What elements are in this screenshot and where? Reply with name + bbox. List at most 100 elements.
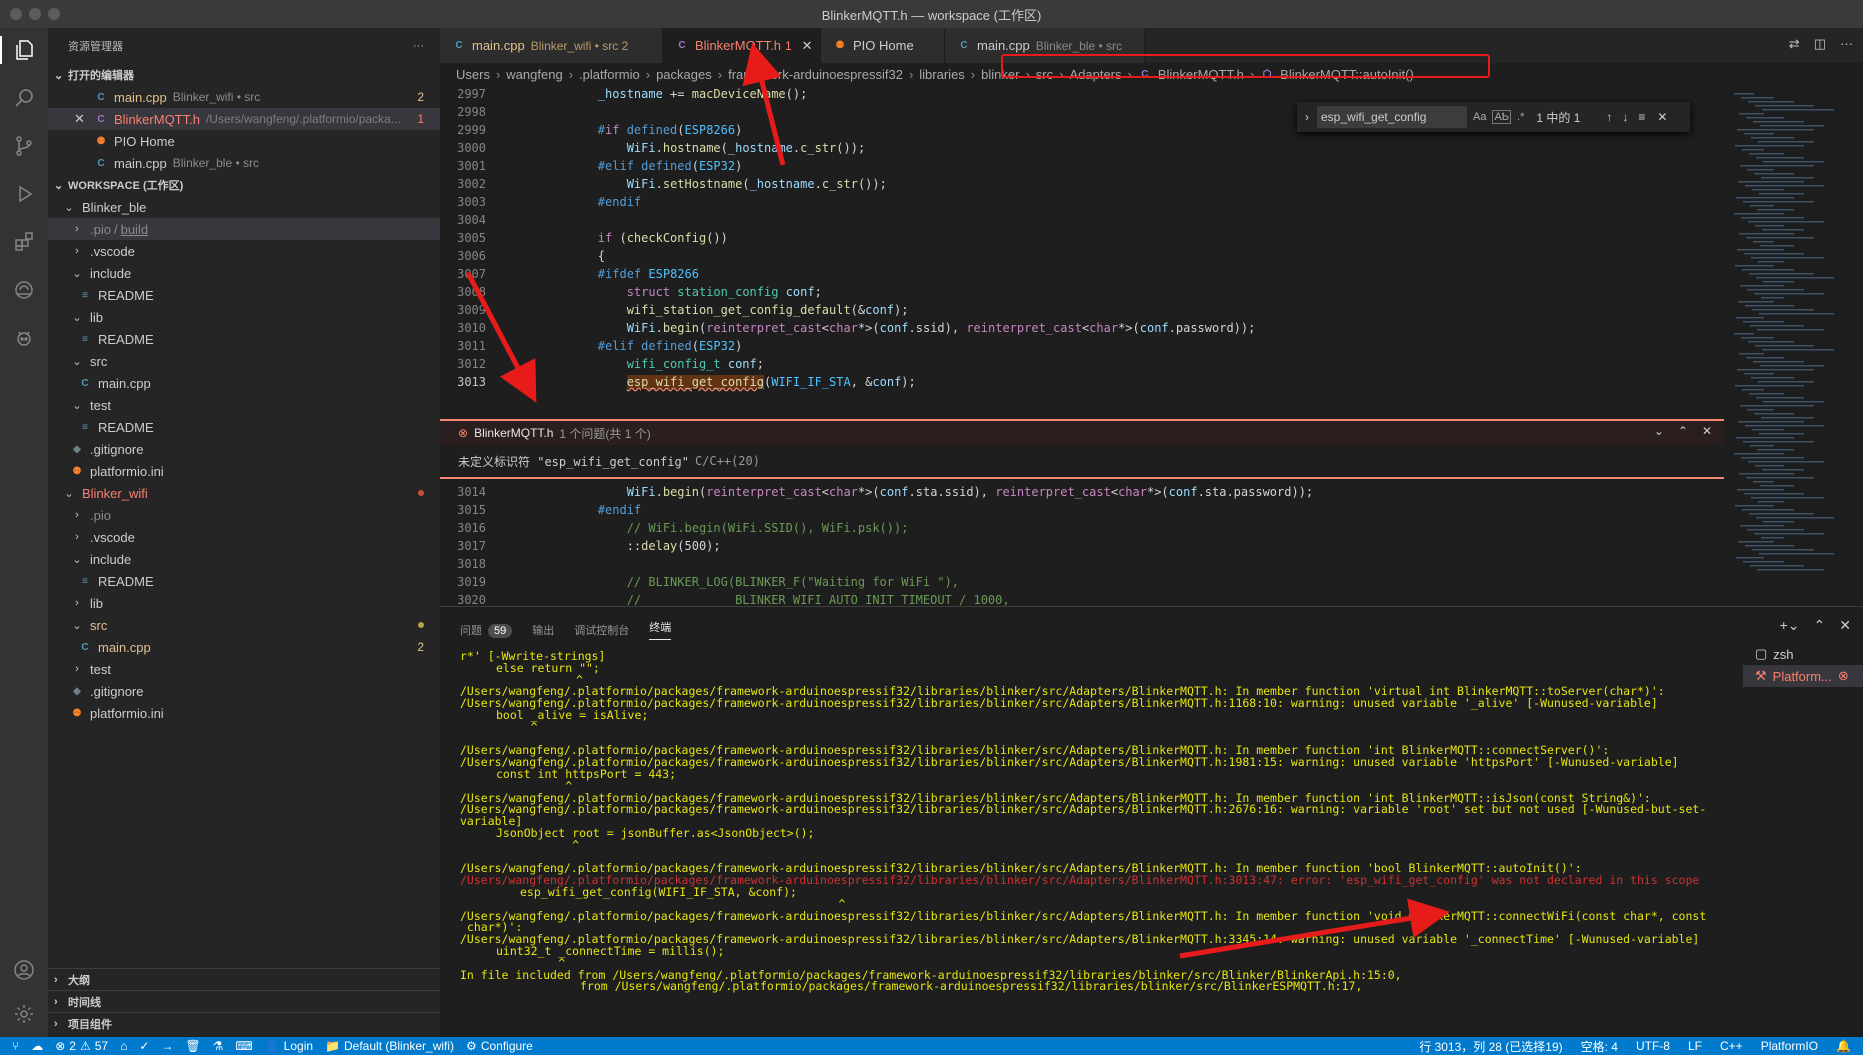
problems-indicator[interactable]: ⊗ 2 ⚠ 57 — [55, 1039, 108, 1053]
encoding[interactable]: UTF-8 — [1636, 1039, 1670, 1053]
tab-main-cpp-wifi[interactable]: C main.cpp Blinker_wifi • src 2 — [440, 28, 663, 63]
file-gitignore[interactable]: ◆ .gitignore — [48, 438, 440, 460]
tab-pio-home[interactable]: ⚉ PIO Home — [821, 28, 945, 63]
folder-lib[interactable]: ⌄ lib — [48, 306, 440, 328]
file-gitignore[interactable]: ◆ .gitignore — [48, 680, 440, 702]
extensions-icon[interactable] — [10, 228, 38, 256]
find-in-selection-icon[interactable]: ≡ — [1638, 110, 1645, 124]
close-panel-icon[interactable]: ✕ — [1839, 617, 1851, 634]
sync-icon[interactable]: ☁ — [31, 1039, 43, 1053]
accounts-icon[interactable] — [10, 956, 38, 984]
login-button[interactable]: 👤 Login — [265, 1039, 313, 1053]
folder-include[interactable]: ⌄ include — [48, 548, 440, 570]
next-match-icon[interactable]: ↓ — [1622, 110, 1628, 124]
breadcrumb-item[interactable]: libraries — [919, 67, 965, 82]
language-mode[interactable]: C++ — [1720, 1039, 1743, 1053]
timeline-section[interactable]: › 时间线 — [48, 990, 440, 1012]
folder-include[interactable]: ⌄ include — [48, 262, 440, 284]
terminal-item-zsh[interactable]: ▢ zsh — [1743, 643, 1863, 665]
close-window-button[interactable] — [10, 8, 22, 20]
compare-icon[interactable]: ⇄ — [1789, 36, 1800, 52]
open-editor-item[interactable]: C main.cpp Blinker_wifi • src 2 — [48, 86, 440, 108]
breadcrumb-item[interactable]: wangfeng — [506, 67, 562, 82]
remote-explorer-icon[interactable] — [10, 276, 38, 304]
close-peek-icon[interactable]: ✕ — [1702, 424, 1712, 438]
file-platformio-ini[interactable]: ⚉ platformio.ini — [48, 702, 440, 724]
breadcrumb-item[interactable]: .platformio — [579, 67, 640, 82]
maximize-window-button[interactable] — [48, 8, 60, 20]
folder-blinker-wifi[interactable]: ⌄ Blinker_wifi — [48, 482, 440, 504]
breadcrumb-item[interactable]: framework-arduinoespressif32 — [728, 67, 903, 82]
terminal-icon[interactable]: ⌨ — [235, 1039, 252, 1053]
folder-pio[interactable]: › .pio / build — [48, 218, 440, 240]
tab-terminal[interactable]: 终端 — [649, 619, 672, 640]
cursor-position[interactable]: 行 3013，列 28 (已选择19) — [1419, 1038, 1562, 1055]
outline-section[interactable]: › 大纲 — [48, 968, 440, 990]
workspace-section[interactable]: ⌄ WORKSPACE (工作区) — [48, 174, 440, 196]
file-main-cpp[interactable]: Cmain.cpp 2 — [48, 636, 440, 658]
next-problem-icon[interactable]: ⌄ — [1654, 424, 1664, 438]
tab-output[interactable]: 输出 — [532, 622, 554, 638]
search-icon[interactable] — [10, 84, 38, 112]
explorer-icon[interactable] — [0, 36, 48, 64]
breadcrumb-item[interactable]: packages — [656, 67, 712, 82]
find-input[interactable]: esp_wifi_get_config — [1317, 106, 1467, 128]
platformio-icon[interactable] — [10, 324, 38, 352]
file-main-cpp[interactable]: Cmain.cpp — [48, 372, 440, 394]
folder-test[interactable]: ⌄ test — [48, 394, 440, 416]
file-readme[interactable]: ≡ README — [48, 284, 440, 306]
remote-icon[interactable]: ⑂ — [12, 1039, 19, 1053]
terminal-output[interactable]: r*' [-Wwrite-strings] else return ""; ^ /Us… — [460, 650, 1720, 993]
open-editors-section[interactable]: ⌄ 打开的编辑器 — [48, 64, 440, 86]
folder-vscode[interactable]: › .vscode — [48, 240, 440, 262]
indentation[interactable]: 空格: 4 — [1581, 1038, 1618, 1055]
folder-blinker-ble[interactable]: ⌄ Blinker_ble — [48, 196, 440, 218]
minimap[interactable] — [1724, 85, 1863, 606]
file-platformio-ini[interactable]: ⚉ platformio.ini — [48, 460, 440, 482]
new-terminal-icon[interactable]: +⌄ — [1780, 617, 1800, 634]
close-find-icon[interactable]: ✕ — [1657, 110, 1667, 124]
terminal-item-platformio[interactable]: ⚒ Platform... ⊗ — [1743, 665, 1863, 687]
platformio-status[interactable]: PlatformIO — [1761, 1039, 1818, 1053]
end-of-line[interactable]: LF — [1688, 1039, 1702, 1053]
tab-debug-console[interactable]: 调试控制台 — [574, 622, 629, 638]
code-editor-top[interactable]: 2997 _hostname += macDeviceName(); 2998 29… — [440, 85, 1724, 419]
env-switcher[interactable]: 📁 Default (Blinker_wifi) — [325, 1039, 454, 1053]
upload-icon[interactable]: → — [161, 1039, 173, 1053]
chevron-right-icon[interactable]: › — [1297, 110, 1317, 124]
more-actions-button[interactable]: ··· — [413, 40, 424, 52]
code-editor-bottom[interactable]: 3014 WiFi.begin(reinterpret_cast<char*>(… — [440, 483, 1724, 606]
breadcrumb-item[interactable]: Users — [456, 67, 490, 82]
close-tab-icon[interactable]: ✕ — [802, 38, 813, 54]
clean-icon[interactable]: 🗑 — [185, 1039, 200, 1053]
source-control-icon[interactable] — [10, 132, 38, 160]
configure-button[interactable]: ⚙ Configure — [466, 1039, 533, 1053]
open-editor-item[interactable]: ⚉ PIO Home — [48, 130, 440, 152]
folder-vscode[interactable]: › .vscode — [48, 526, 440, 548]
test-icon[interactable]: ⚗ — [213, 1039, 224, 1053]
more-actions-icon[interactable]: ··· — [1840, 36, 1853, 52]
build-icon[interactable]: ✓ — [139, 1039, 149, 1053]
settings-gear-icon[interactable] — [10, 1000, 38, 1028]
open-editor-item[interactable]: ✕ C BlinkerMQTT.h /Users/wangfeng/.platf… — [48, 108, 440, 130]
match-case-toggle[interactable]: Aa — [1473, 111, 1486, 123]
folder-pio[interactable]: › .pio — [48, 504, 440, 526]
minimize-window-button[interactable] — [29, 8, 41, 20]
previous-problem-icon[interactable]: ⌃ — [1678, 424, 1688, 438]
home-icon[interactable]: ⌂ — [120, 1039, 127, 1053]
notifications-icon[interactable]: 🔔 — [1836, 1039, 1851, 1053]
folder-test[interactable]: › test — [48, 658, 440, 680]
regex-toggle[interactable]: .* — [1517, 111, 1524, 123]
previous-match-icon[interactable]: ↑ — [1606, 110, 1612, 124]
tab-blinkermqtt-h[interactable]: C BlinkerMQTT.h 1 ✕ — [663, 28, 821, 63]
open-editor-item[interactable]: C main.cpp Blinker_ble • src — [48, 152, 440, 174]
file-readme[interactable]: ≡ README — [48, 570, 440, 592]
tab-problems[interactable]: 问题 59 — [460, 622, 513, 638]
run-debug-icon[interactable] — [10, 180, 38, 208]
file-readme[interactable]: ≡ README — [48, 416, 440, 438]
file-readme[interactable]: ≡ README — [48, 328, 440, 350]
folder-lib[interactable]: › lib — [48, 592, 440, 614]
folder-src[interactable]: ⌄ src — [48, 614, 440, 636]
folder-src[interactable]: ⌄ src — [48, 350, 440, 372]
maximize-panel-icon[interactable]: ⌃ — [1814, 617, 1826, 634]
